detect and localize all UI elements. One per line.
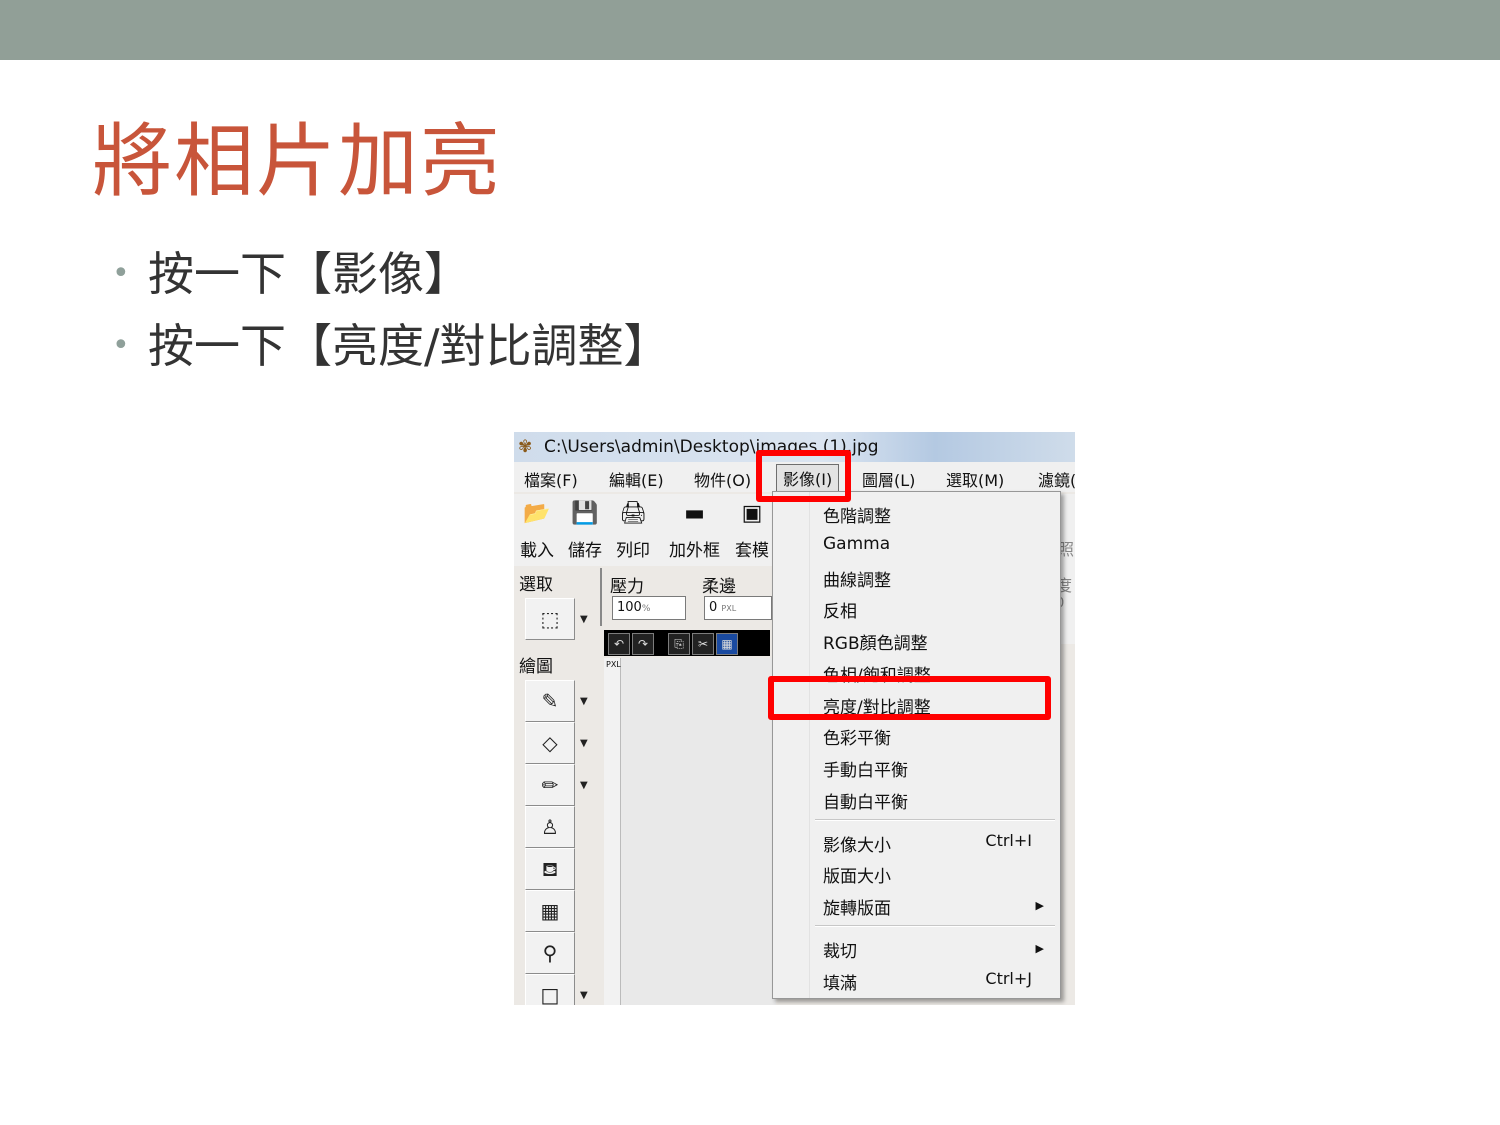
menu-item-levels[interactable]: 色階調整 (823, 502, 891, 527)
menu-separator (815, 925, 1055, 927)
draw-section-label: 繪圖 (519, 657, 553, 677)
menu-item-crop[interactable]: 裁切 (823, 937, 857, 962)
load-label: 載入 (520, 541, 554, 561)
menu-layer[interactable]: 圖層(L) (862, 467, 915, 491)
chevron-down-icon[interactable]: ▼ (580, 738, 588, 749)
menu-separator (815, 819, 1055, 821)
chevron-down-icon[interactable]: ▼ (580, 696, 588, 707)
menu-item-rgb[interactable]: RGB顏色調整 (823, 629, 928, 654)
menu-item-auto-white-balance[interactable]: 自動白平衡 (823, 788, 908, 813)
slide-title: 將相片加亮 (92, 115, 502, 208)
app-screenshot: ✾ C:\Users\admin\Desktop\images (1).jpg … (514, 432, 1075, 1005)
eyedropper-tool[interactable]: ⚲ (525, 932, 575, 974)
image-canvas[interactable] (604, 658, 776, 1005)
brush-tool[interactable]: ✎ (525, 680, 575, 722)
menu-object[interactable]: 物件(O) (694, 467, 751, 491)
gradient-tool[interactable]: ▦ (525, 890, 575, 932)
add-frame-label: 加外框 (669, 541, 720, 561)
menu-file[interactable]: 檔案(F) (524, 467, 578, 491)
rectangle-tool[interactable]: □ (525, 974, 575, 1005)
pressure-value: 100 (617, 600, 642, 615)
bullet-list: • 按一下【影像】 • 按一下【亮度/對比調整】 (112, 238, 670, 382)
brightness-contrast-highlight (768, 676, 1051, 720)
menu-item-gamma[interactable]: Gamma (823, 534, 890, 554)
submenu-arrow-icon: ▶ (1035, 942, 1044, 955)
undo-icon[interactable]: ↶ (608, 633, 630, 655)
stamp-tool[interactable]: ♙ (525, 806, 575, 848)
eyedropper-icon: ⚲ (542, 941, 558, 965)
menu-item-invert[interactable]: 反相 (823, 597, 857, 622)
fill-tool[interactable]: ⛾ (525, 848, 575, 890)
pencil-tool[interactable]: ✏ (525, 764, 575, 806)
pencil-icon: ✏ (541, 773, 559, 797)
stamp-icon: ♙ (541, 815, 559, 839)
paint-bucket-icon: ⛾ (541, 857, 559, 881)
cut-icon[interactable]: ✂ (692, 633, 714, 655)
brush-icon: ✎ (541, 689, 559, 713)
tool-panel: 選取 ⬚ ▼ 繪圖 ✎ ▼ ◇ ▼ ✏ ▼ ♙ ⛾ ▦ ⚲ □ ▼ (514, 568, 600, 1005)
chevron-down-icon[interactable]: ▼ (580, 990, 588, 1001)
bullet-item: • 按一下【亮度/對比調整】 (112, 310, 670, 382)
menu-filter[interactable]: 濾鏡( (1038, 467, 1075, 491)
menu-select[interactable]: 選取(M) (946, 467, 1004, 491)
template-icon: ▣ (741, 501, 763, 526)
save-button[interactable]: 💾 儲存 (568, 500, 602, 561)
image-menu-dropdown: 色階調整 Gamma 曲線調整 反相 RGB顏色調整 色相/飽和調整 亮度/對比… (772, 491, 1061, 999)
ruler-unit: PXL (606, 660, 621, 669)
bullet-text: 按一下【影像】 (148, 247, 470, 301)
chevron-down-icon[interactable]: ▼ (580, 614, 588, 625)
frame-icon: ▬ (684, 501, 705, 526)
pressure-stepper[interactable]: 100% (612, 596, 686, 620)
print-button[interactable]: 🖨 列印 (616, 500, 650, 561)
menu-item-fill[interactable]: 填滿 (823, 969, 857, 994)
redo-icon[interactable]: ↷ (632, 633, 654, 655)
fill-shortcut: Ctrl+J (985, 969, 1032, 988)
floppy-disk-icon: 💾 (571, 501, 599, 526)
chevron-down-icon[interactable]: ▼ (580, 780, 588, 791)
submenu-arrow-icon: ▶ (1035, 899, 1044, 912)
bullet-dot-icon: • (112, 256, 130, 291)
slide-top-bar (0, 0, 1500, 60)
app-logo-icon: ✾ (518, 437, 533, 457)
canvas-toolbar: ↶ ↷ ⎘ ✂ ▦ (604, 630, 770, 656)
gradient-icon: ▦ (540, 899, 560, 923)
menu-item-canvas-size[interactable]: 版面大小 (823, 862, 891, 887)
menu-item-color-balance[interactable]: 色彩平衡 (823, 724, 891, 749)
soft-edge-unit: PXL (721, 604, 737, 613)
vertical-ruler (604, 658, 621, 1005)
print-label: 列印 (616, 541, 650, 561)
save-label: 儲存 (568, 541, 602, 561)
rectangle-icon: □ (540, 983, 560, 1005)
image-size-shortcut: Ctrl+I (985, 831, 1032, 850)
soft-edge-value: 0 (709, 600, 718, 615)
menu-icon-gutter (773, 492, 810, 998)
template-button[interactable]: ▣ 套模 (735, 500, 769, 561)
menu-edit[interactable]: 編輯(E) (609, 467, 664, 491)
soft-edge-stepper[interactable]: 0 PXL (704, 596, 772, 620)
bullet-text: 按一下【亮度/對比調整】 (148, 319, 670, 373)
template-label: 套模 (735, 541, 769, 561)
folder-open-icon: 📂 (523, 501, 551, 526)
printer-icon: 🖨 (619, 501, 647, 526)
image-menu-highlight (756, 450, 851, 502)
eraser-tool[interactable]: ◇ (525, 722, 575, 764)
menu-item-curves[interactable]: 曲線調整 (823, 566, 891, 591)
menu-item-manual-white-balance[interactable]: 手動白平衡 (823, 756, 908, 781)
pressure-label: 壓力 (610, 577, 644, 597)
tool-options-bar: 壓力 100% 柔邊 0 PXL (600, 568, 772, 626)
soft-edge-label: 柔邊 (702, 577, 736, 597)
eraser-icon: ◇ (542, 731, 558, 755)
marquee-tool[interactable]: ⬚ (525, 598, 575, 640)
bullet-dot-icon: • (112, 328, 130, 363)
add-frame-button[interactable]: ▬ 加外框 (669, 500, 720, 561)
marquee-icon: ⬚ (540, 607, 560, 631)
pressure-unit: % (641, 604, 651, 614)
copy-icon[interactable]: ⎘ (668, 633, 690, 655)
menu-item-image-size[interactable]: 影像大小 (823, 831, 891, 856)
menu-item-rotate-canvas[interactable]: 旋轉版面 (823, 894, 891, 919)
bullet-item: • 按一下【影像】 (112, 238, 670, 310)
select-section-label: 選取 (519, 575, 553, 595)
load-button[interactable]: 📂 載入 (520, 500, 554, 561)
paste-icon[interactable]: ▦ (716, 633, 738, 655)
